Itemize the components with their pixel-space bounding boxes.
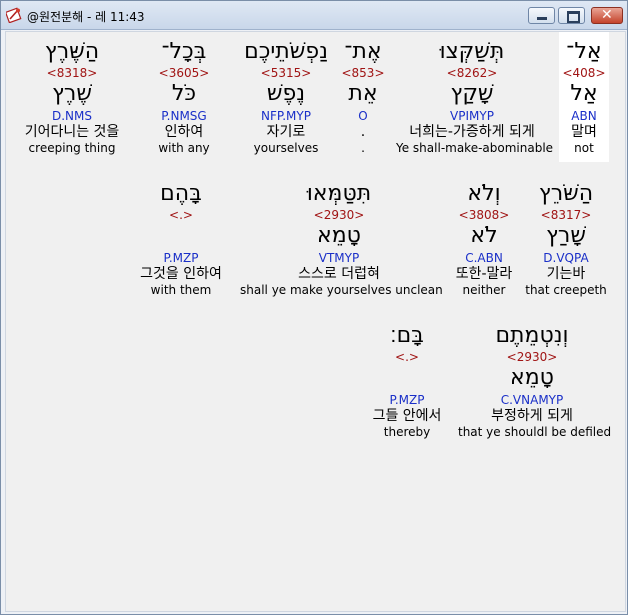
english-gloss: . (361, 141, 365, 155)
minimize-icon (537, 17, 547, 20)
hebrew-lemma: לֹא (470, 223, 498, 248)
strong-number[interactable]: <853> (338, 66, 388, 80)
hebrew-word: תְּשַׁקְּצוּ (439, 39, 505, 64)
maximize-button[interactable] (558, 7, 585, 24)
parsing-code: O (358, 109, 368, 123)
strong-number[interactable]: <8317> (522, 208, 610, 222)
hebrew-word: בָּהֶם (160, 181, 202, 206)
strong-number[interactable]: <.> (362, 350, 452, 364)
hebrew-lemma: שֶׁרֶץ (52, 81, 92, 106)
word-block[interactable]: נַפְשֹׁתֵיכֶם <5315> נֶפֶשׁ NFP.MYP 자기로 … (231, 38, 341, 156)
korean-gloss: 인하여 (164, 124, 204, 140)
parsing-code: P.NMSG (161, 109, 207, 123)
strong-number[interactable]: <2930> (458, 350, 606, 364)
english-gloss: Ye shall-make-abominable (396, 141, 554, 155)
hebrew-lemma: אֵת (348, 81, 378, 106)
hebrew-word: הַשֹּׁרֵץ (538, 181, 594, 206)
hebrew-lemma: כֹּל (171, 81, 197, 106)
english-gloss: with them (150, 283, 212, 297)
maximize-icon (567, 11, 580, 23)
hebrew-lemma (362, 364, 452, 392)
korean-gloss: 스스로 더럽혀 (298, 266, 380, 282)
korean-gloss: 그들 안에서 (372, 408, 442, 424)
strong-number[interactable]: <.> (128, 208, 234, 222)
word-block[interactable]: בְּכָל־ <3605> כֹּל P.NMSG 인하여 with any (146, 38, 222, 156)
hebrew-word: בְּכָל־ (161, 39, 207, 64)
parsing-code: C.ABN (465, 251, 503, 265)
word-block[interactable]: וְנִטְמֵתֶם <2930> טָמֵא C.VNAMYP 부정하게 되… (458, 322, 612, 440)
bible-parser-icon (6, 7, 22, 23)
english-gloss: that creepeth (525, 283, 607, 297)
korean-gloss: 또한-말라 (455, 266, 513, 282)
hebrew-lemma: טָמֵא (317, 223, 361, 248)
word-block[interactable]: אֶת־ <853> אֵת O . . (338, 38, 388, 156)
korean-gloss: 너희는-가증하게 되게 (409, 124, 535, 140)
parsing-code: D.VQPA (543, 251, 589, 265)
hebrew-lemma: אַל (570, 81, 598, 106)
strong-number[interactable]: <8318> (12, 66, 132, 80)
english-gloss: that ye shouldl be defiled (458, 425, 612, 439)
hebrew-lemma (128, 222, 234, 250)
hebrew-word: אֶת־ (344, 39, 382, 64)
title-bar[interactable]: @원전분해 - 레 11:43 ✕ (1, 1, 627, 30)
parsing-code: NFP.MYP (261, 109, 311, 123)
parsing-code: P.MZP (389, 393, 425, 407)
hebrew-word: תִּטַּמְּאוּ (306, 181, 372, 206)
english-gloss: with any (158, 141, 210, 155)
english-gloss: shall ye make yourselves unclean (240, 283, 443, 297)
strong-number[interactable]: <5315> (231, 66, 341, 80)
word-block[interactable]: הַשֹּׁרֵץ <8317> שָׁרַץ D.VQPA 기는바 that … (522, 180, 610, 298)
parsing-code: ABN (571, 109, 597, 123)
word-block[interactable]: בָּם׃ <.> P.MZP 그들 안에서 thereby (362, 322, 452, 440)
word-block[interactable]: וְלֹא <3808> לֹא C.ABN 또한-말라 neither (446, 180, 522, 298)
parsing-code: D.NMS (51, 109, 92, 123)
hebrew-lemma: טָמֵא (510, 365, 554, 390)
hebrew-word: נַפְשֹׁתֵיכֶם (244, 39, 328, 64)
hebrew-lemma: נֶפֶשׁ (266, 81, 306, 106)
word-block[interactable]: תִּטַּמְּאוּ <2930> טָמֵא VTMYP 스스로 더럽혀 … (240, 180, 443, 298)
korean-gloss: 그것을 인하여 (140, 266, 222, 282)
english-gloss: thereby (383, 425, 431, 439)
english-gloss: neither (462, 283, 506, 297)
window-title: @원전분해 - 레 11:43 (27, 10, 145, 24)
parsing-code: C.VNAMYP (500, 393, 564, 407)
strong-number[interactable]: <2930> (240, 208, 438, 222)
hebrew-word: הַשֶּׁרֶץ (44, 39, 100, 64)
word-block[interactable]: הַשֶּׁרֶץ <8318> שֶׁרֶץ D.NMS 기어다니는 것을 c… (12, 38, 132, 156)
strong-number[interactable]: <8262> (396, 66, 548, 80)
strong-number[interactable]: <3605> (146, 66, 222, 80)
korean-gloss: 부정하게 되게 (491, 408, 573, 424)
word-block[interactable]: בָּהֶם <.> P.MZP 그것을 인하여 with them (128, 180, 234, 298)
word-block[interactable]: תְּשַׁקְּצוּ <8262> שָׁקַץ VPIMYP 너희는-가증… (396, 38, 554, 156)
hebrew-lemma: שָׁקַץ (450, 81, 494, 106)
strong-number[interactable]: <408> (559, 66, 609, 80)
interlinear-panel: הַשֶּׁרֶץ <8318> שֶׁרֶץ D.NMS 기어다니는 것을 c… (5, 31, 626, 612)
english-gloss: yourselves (253, 141, 319, 155)
korean-gloss: 기는바 (546, 266, 586, 282)
parsing-code: VTMYP (318, 251, 360, 265)
close-icon: ✕ (601, 7, 613, 23)
hebrew-word: וְלֹא (467, 181, 501, 206)
hebrew-word: אַל־ (566, 39, 602, 64)
english-gloss: creeping thing (28, 141, 116, 155)
close-button[interactable]: ✕ (591, 7, 623, 24)
english-gloss: not (574, 141, 594, 155)
parsing-code: VPIMYP (450, 109, 494, 123)
korean-gloss: 자기로 (266, 124, 306, 140)
korean-gloss: 말며 (571, 124, 597, 140)
hebrew-word: בָּם׃ (390, 323, 424, 348)
minimize-button[interactable] (528, 7, 555, 24)
strong-number[interactable]: <3808> (446, 208, 522, 222)
hebrew-lemma: שָׁרַץ (546, 223, 586, 248)
korean-gloss: . (360, 124, 366, 140)
korean-gloss: 기어다니는 것을 (24, 124, 120, 140)
parsing-code: P.MZP (163, 251, 199, 265)
parser-window: @원전분해 - 레 11:43 ✕ הַשֶּׁרֶץ <8318> שֶׁרֶ… (0, 0, 628, 615)
hebrew-word: וְנִטְמֵתֶם (495, 323, 569, 348)
word-block-selected[interactable]: אַל־ <408> אַל ABN 말며 not (559, 32, 609, 162)
